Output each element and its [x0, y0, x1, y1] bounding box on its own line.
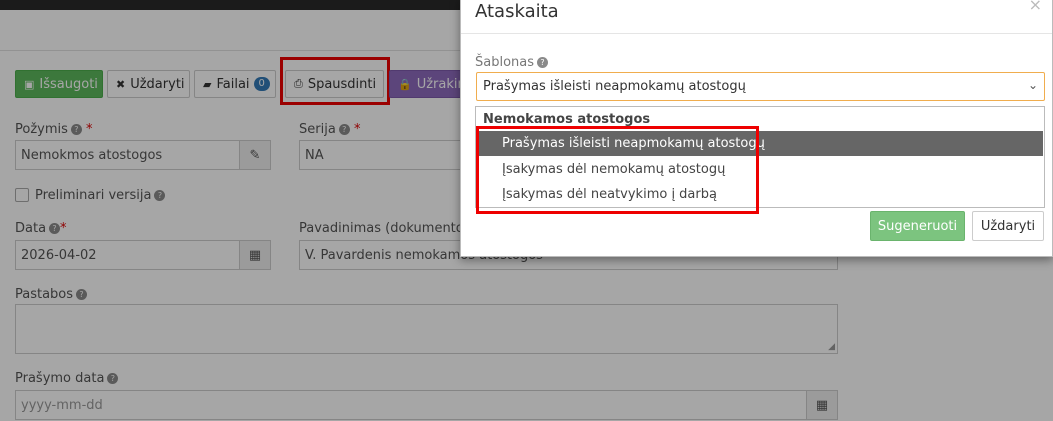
modal-header-divider — [461, 33, 1052, 34]
report-modal: Ataskaita × Šablonas? Prašymas išleisti … — [460, 0, 1053, 257]
modal-title: Ataskaita — [475, 1, 559, 22]
chevron-down-icon: ⌄ — [1027, 78, 1038, 92]
template-options-highlight — [476, 126, 759, 214]
template-select[interactable]: Prašymas išleisti neapmokamų atostogų ⌄ — [476, 72, 1045, 101]
modal-close-button[interactable]: Uždaryti — [972, 211, 1044, 241]
generate-button[interactable]: Sugeneruoti — [870, 211, 965, 241]
template-label-text: Šablonas — [475, 55, 535, 70]
template-label: Šablonas? — [475, 55, 549, 70]
template-select-value: Prašymas išleisti neapmokamų atostogų — [483, 79, 746, 94]
option-group-label: Nemokamos atostogos — [483, 112, 651, 127]
modal-close-icon[interactable]: × — [1029, 0, 1042, 14]
help-icon: ? — [537, 57, 549, 68]
